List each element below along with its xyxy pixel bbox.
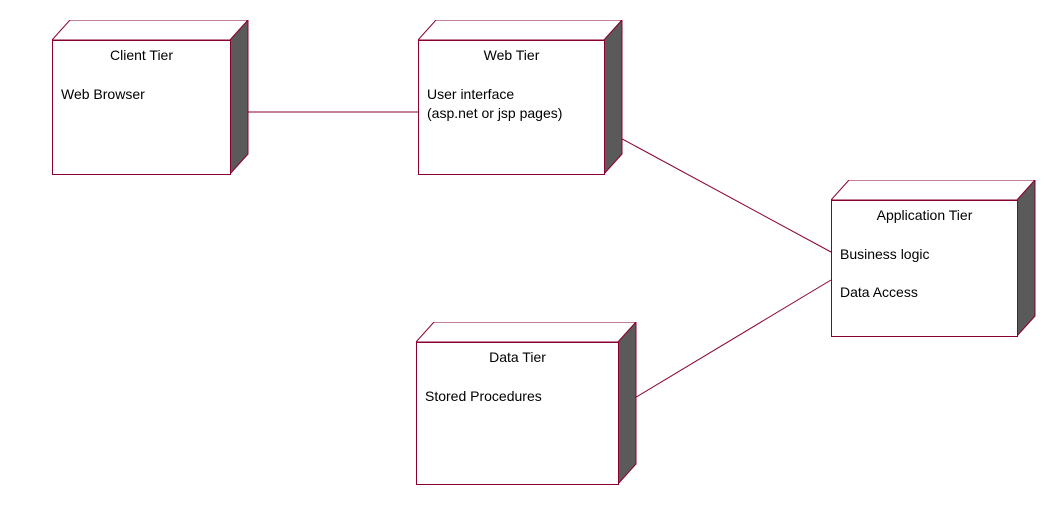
diagram-canvas: Client Tier Web Browser Web Tier User in… <box>0 0 1057 518</box>
cube-front: Data Tier Stored Procedures <box>416 342 619 485</box>
node-content: Web Browser <box>61 85 222 104</box>
node-content: Stored Procedures <box>425 387 610 406</box>
cube-side <box>604 20 626 176</box>
node-title: Application Tier <box>840 207 1009 223</box>
cube-side <box>618 322 640 486</box>
node-title: Client Tier <box>61 47 222 63</box>
node-content: User interface(asp.net or jsp pages) <box>427 85 596 123</box>
cube-top <box>831 180 1037 202</box>
node-title: Web Tier <box>427 47 596 63</box>
cube-front: Client Tier Web Browser <box>52 40 231 175</box>
cube-front: Web Tier User interface(asp.net or jsp p… <box>418 40 605 175</box>
cube-side <box>1017 180 1039 338</box>
cube-front: Application Tier Business logicData Acce… <box>831 200 1018 337</box>
cube-top <box>52 20 250 42</box>
cube-top <box>416 322 638 344</box>
cube-side <box>230 20 252 176</box>
node-title: Data Tier <box>425 349 610 365</box>
node-content: Business logicData Access <box>840 245 1009 302</box>
cube-top <box>418 20 624 42</box>
